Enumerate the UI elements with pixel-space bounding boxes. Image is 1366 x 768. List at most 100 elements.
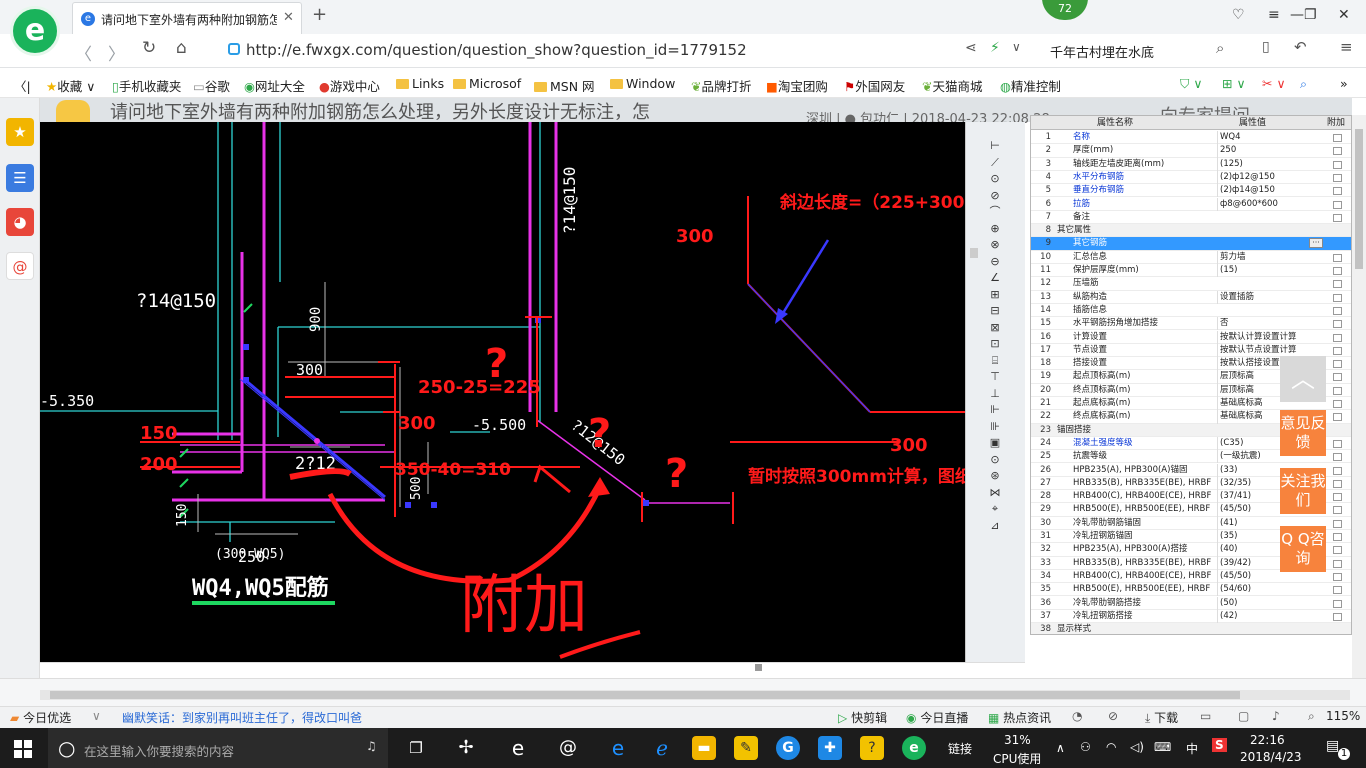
speed-icon[interactable]: ◔ (1072, 709, 1082, 723)
append-checkbox[interactable] (1333, 320, 1342, 329)
clock-time[interactable]: 22:16 (1250, 733, 1285, 747)
back-icon[interactable]: 〈 (75, 40, 92, 65)
forward-icon[interactable]: 〉 (108, 40, 125, 65)
more-icon[interactable]: ≡ (1340, 38, 1353, 56)
browser-logo-icon[interactable]: e (10, 6, 60, 56)
property-value[interactable]: 设置插筋 (1217, 290, 1317, 304)
append-checkbox[interactable] (1333, 599, 1342, 608)
append-checkbox[interactable] (1333, 506, 1342, 515)
property-value[interactable]: 按默认计算设置计算 (1217, 330, 1317, 344)
property-value[interactable]: (54/60) (1217, 583, 1317, 597)
property-value[interactable]: 否 (1217, 317, 1317, 331)
property-row[interactable]: 1 名称 WQ4 (1031, 131, 1351, 145)
property-row[interactable]: 5 垂直分布钢筋 (2)ф14@150 (1031, 184, 1351, 198)
quick-cut-link[interactable]: ▷ 快剪辑 (838, 709, 887, 726)
restore-icon[interactable]: ▢ (1238, 709, 1249, 723)
append-checkbox[interactable] (1333, 439, 1342, 448)
menu-icon[interactable]: ≡ (1268, 7, 1280, 23)
cortana-icon[interactable]: ○ (58, 736, 75, 760)
property-row[interactable]: 16 计算设置 按默认计算设置计算 (1031, 330, 1351, 344)
property-row[interactable]: 8 其它属性 (1031, 224, 1351, 238)
property-value[interactable]: (125) (1217, 157, 1317, 171)
scrollbar-thumb[interactable] (755, 664, 762, 671)
qq-consult-button[interactable]: Q Q咨询 (1280, 526, 1326, 572)
append-checkbox[interactable] (1333, 546, 1342, 555)
feedback-button[interactable]: 意见反馈 (1280, 410, 1326, 456)
ellipsis-button[interactable]: ··· (1309, 238, 1323, 249)
append-checkbox[interactable] (1333, 160, 1342, 169)
append-checkbox[interactable] (1333, 519, 1342, 528)
bookmark-item[interactable]: ●游戏中心 (319, 76, 380, 95)
task-view-icon[interactable]: ❐ (404, 736, 428, 760)
sogou-icon[interactable]: S (1212, 738, 1227, 752)
append-checkbox[interactable] (1333, 572, 1342, 581)
property-value[interactable]: 250 (1217, 144, 1317, 158)
property-value[interactable]: (50) (1217, 596, 1317, 610)
favorites-star-icon[interactable]: ★ (6, 118, 34, 146)
360-browser-icon[interactable]: e (902, 736, 926, 760)
microphone-icon[interactable]: ♫ (366, 739, 377, 753)
fan-app-icon[interactable]: ✢ (454, 736, 478, 760)
property-row[interactable]: 12 压墙筋 (1031, 277, 1351, 291)
append-checkbox[interactable] (1333, 586, 1342, 595)
property-row[interactable]: 35 HRB500(E), HRB500E(EE), HRBF (54/60) (1031, 583, 1351, 597)
append-checkbox[interactable] (1333, 533, 1342, 541)
volume-icon[interactable]: ◁) (1130, 740, 1144, 754)
append-checkbox[interactable] (1333, 147, 1342, 156)
window-icon[interactable]: ▭ (1200, 709, 1211, 723)
append-checkbox[interactable] (1333, 213, 1342, 222)
chevron-up-icon[interactable]: ∧ (1056, 741, 1065, 755)
bookmark-folder[interactable]: Microsof (453, 76, 521, 91)
property-row[interactable]: 7 备注 (1031, 211, 1351, 225)
append-checkbox[interactable] (1333, 453, 1342, 462)
bookmark-folder[interactable]: MSN 网 (534, 76, 595, 95)
scissors-icon[interactable]: ✂ ∨ (1262, 76, 1286, 91)
append-checkbox[interactable] (1333, 493, 1342, 502)
append-checkbox[interactable] (1333, 559, 1342, 568)
bookmark-folder[interactable]: Links (396, 76, 444, 91)
property-row[interactable]: 14 插筋信息 (1031, 304, 1351, 318)
bookmark-item[interactable]: ◉网址大全 (244, 76, 305, 95)
live-link[interactable]: ◉ 今日直播 (906, 709, 968, 726)
bookmark-item[interactable]: ■淘宝团购 (766, 76, 828, 95)
property-row[interactable]: 15 水平钢筋拐角增加搭接 否 (1031, 317, 1351, 331)
search-input[interactable]: 千年古村埋在水底 (1050, 42, 1154, 61)
taskbar-search-input[interactable]: 在这里输入你要搜索的内容 (84, 741, 234, 760)
tab-question[interactable]: e 请问地下室外墙有两种附加钢筋怎么处理 ✕ (72, 2, 302, 34)
bookmark-item[interactable]: ❦天猫商城 (922, 76, 983, 95)
property-value[interactable]: (2)ф14@150 (1217, 184, 1317, 198)
append-checkbox[interactable] (1333, 373, 1342, 382)
property-row[interactable]: 13 纵筋构造 设置插筋 (1031, 290, 1351, 304)
append-checkbox[interactable] (1333, 466, 1342, 475)
minimize-button[interactable]: — (1290, 7, 1304, 23)
grid-icon[interactable]: ⊞ ∨ (1222, 76, 1246, 91)
edge-browser-icon[interactable]: e (606, 736, 630, 760)
reading-list-icon[interactable]: ☰ (6, 164, 34, 192)
url-field[interactable]: http://e.fwxgx.com/question/question_sho… (246, 41, 747, 59)
g-app-icon[interactable]: G (776, 736, 800, 760)
bookmark-item[interactable]: ◍精准控制 (1000, 76, 1061, 95)
maximize-button[interactable]: ❐ (1304, 7, 1317, 23)
property-row[interactable]: 4 水平分布钢筋 (2)ф12@150 (1031, 170, 1351, 185)
joke-news-link[interactable]: 幽默笑话：到家别再叫班主任了，得改口叫爸 (122, 709, 362, 726)
windows-start-icon[interactable] (14, 740, 32, 758)
tool-icons[interactable]: ⊢ ⟋ ⊙ ⊘ ⌒ ⊕ ⊗ ⊖ ∠ ⊞ ⊟ ⊠ ⊡ ⌸ ⊤ ⊥ ⊩ ⊪ ▣ ⊙ ⊛ ⋈ ⌖ ⊿ (986, 138, 1004, 538)
property-row[interactable]: 9 其它钢筋 ··· (1031, 237, 1351, 251)
property-row[interactable]: 37 冷轧扭钢筋搭接 (42) (1031, 609, 1351, 624)
shield-icon[interactable]: ⛉ ∨ (1180, 76, 1203, 92)
more-tools-icon[interactable]: » (1340, 76, 1348, 91)
search-icon[interactable]: ⌕ (1216, 39, 1224, 57)
scrollbar-thumb[interactable] (1355, 129, 1363, 269)
property-row[interactable]: 3 轴线距左墙皮距离(mm) (125) (1031, 157, 1351, 171)
mail-icon[interactable]: @ (6, 252, 34, 280)
bookmark-item[interactable]: ▯手机收藏夹 (112, 76, 181, 95)
hot-news-link[interactable]: ▦ 热点资讯 (988, 709, 1051, 726)
page-horizontal-scrollbar[interactable] (40, 690, 1350, 700)
append-checkbox[interactable] (1333, 173, 1342, 182)
zoom-level[interactable]: 115% (1326, 709, 1360, 723)
append-checkbox[interactable] (1333, 612, 1342, 621)
property-row[interactable]: 38 显示样式 (1031, 623, 1351, 634)
zoom-icon[interactable]: ⌕ (1308, 709, 1315, 724)
append-checkbox[interactable] (1333, 306, 1342, 315)
bookmark-item[interactable]: ❦品牌打折 (691, 76, 752, 95)
